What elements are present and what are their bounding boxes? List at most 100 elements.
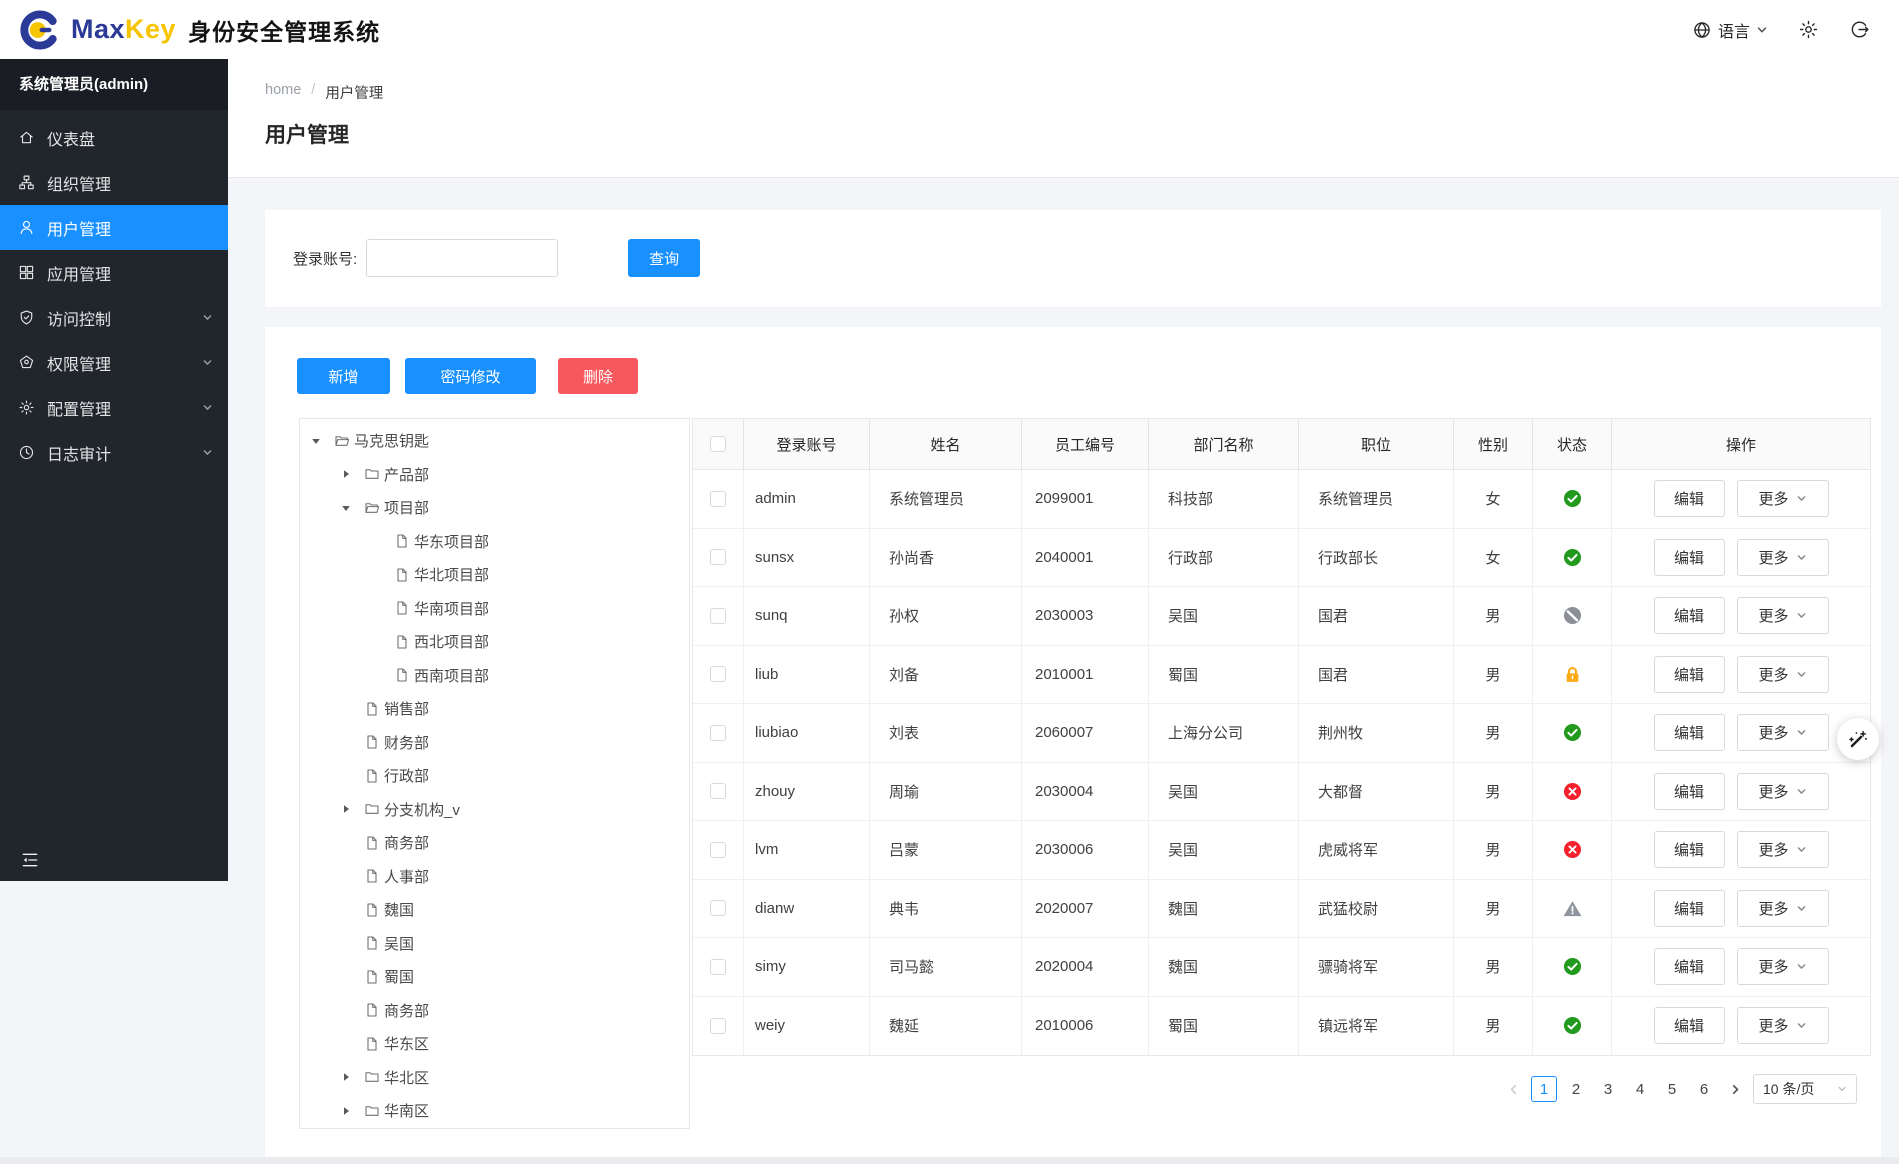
cell-department: 吴国	[1149, 821, 1299, 879]
next-page-button[interactable]	[1726, 1076, 1744, 1102]
page-5-button[interactable]: 5	[1659, 1076, 1685, 1102]
edit-button[interactable]: 编辑	[1653, 1007, 1725, 1045]
sidebar-item-access[interactable]: 访问控制	[0, 295, 228, 340]
page-title: 用户管理	[265, 124, 349, 147]
caret-right-icon[interactable]	[338, 804, 364, 814]
tree-node[interactable]: 华北区	[300, 1061, 689, 1095]
edit-button[interactable]: 编辑	[1653, 538, 1725, 576]
caret-right-icon[interactable]	[338, 1072, 364, 1082]
sidebar-item-app[interactable]: 应用管理	[0, 250, 228, 295]
page-3-button[interactable]: 3	[1595, 1076, 1621, 1102]
table-row: sunsx 孙尚香 2040001 行政部 行政部长女 编辑 更多	[693, 528, 1870, 587]
row-checkbox[interactable]	[710, 549, 726, 566]
tree-node[interactable]: 蜀国	[300, 960, 689, 994]
more-button[interactable]: 更多	[1736, 655, 1829, 693]
edit-button[interactable]: 编辑	[1653, 889, 1725, 927]
more-button[interactable]: 更多	[1736, 772, 1829, 810]
edit-button[interactable]: 编辑	[1653, 655, 1725, 693]
row-checkbox[interactable]	[710, 958, 726, 975]
tree-node[interactable]: 财务部	[300, 726, 689, 760]
row-checkbox[interactable]	[710, 490, 726, 507]
add-button[interactable]: 新增	[297, 358, 390, 394]
sidebar-item-dashboard[interactable]: 仪表盘	[0, 115, 228, 160]
magic-wand-icon	[1847, 728, 1870, 751]
settings-button[interactable]	[1798, 19, 1819, 40]
row-checkbox[interactable]	[710, 900, 726, 917]
delete-button[interactable]: 删除	[558, 358, 638, 394]
breadcrumb-home[interactable]: home	[265, 82, 301, 103]
page-size-select[interactable]: 10 条/页	[1753, 1074, 1857, 1104]
edit-button[interactable]: 编辑	[1653, 948, 1725, 986]
more-button[interactable]: 更多	[1736, 948, 1829, 986]
tree-node[interactable]: 行政部	[300, 759, 689, 793]
row-checkbox-cell	[693, 762, 744, 820]
more-button[interactable]: 更多	[1736, 480, 1829, 518]
more-button[interactable]: 更多	[1736, 538, 1829, 576]
page-1-button[interactable]: 1	[1531, 1076, 1557, 1102]
tree-node[interactable]: 西南项目部	[300, 659, 689, 693]
edit-button[interactable]: 编辑	[1653, 597, 1725, 635]
more-button[interactable]: 更多	[1736, 889, 1829, 927]
tree-node[interactable]: 魏国	[300, 893, 689, 927]
tree-node[interactable]: 华东区	[300, 1027, 689, 1061]
caret-right-icon[interactable]	[338, 1106, 364, 1116]
caret-down-icon[interactable]	[338, 503, 364, 513]
tree-node[interactable]: 吴国	[300, 927, 689, 961]
tree-node-label: 华东区	[384, 1036, 430, 1054]
file-icon	[394, 634, 414, 650]
tree-node[interactable]: 人事部	[300, 860, 689, 894]
row-checkbox[interactable]	[710, 724, 726, 741]
row-checkbox[interactable]	[710, 783, 726, 800]
tree-node[interactable]: 销售部	[300, 692, 689, 726]
more-button[interactable]: 更多	[1736, 1007, 1829, 1045]
cell-status	[1533, 762, 1612, 820]
page-6-button[interactable]: 6	[1691, 1076, 1717, 1102]
sidebar-item-config[interactable]: 配置管理	[0, 385, 228, 430]
edit-button[interactable]: 编辑	[1653, 714, 1725, 752]
edit-button[interactable]: 编辑	[1653, 480, 1725, 518]
tree-node[interactable]: 马克思钥匙	[300, 424, 689, 458]
logout-button[interactable]	[1849, 19, 1870, 40]
magic-wand-button[interactable]	[1837, 718, 1879, 760]
row-checkbox[interactable]	[710, 841, 726, 858]
more-button[interactable]: 更多	[1736, 597, 1829, 635]
language-selector[interactable]: 语言	[1692, 18, 1768, 42]
sidebar-item-user[interactable]: 用户管理	[0, 205, 228, 250]
cell-department: 蜀国	[1149, 645, 1299, 703]
account-input[interactable]	[366, 239, 559, 277]
menu-fold-icon[interactable]	[20, 850, 40, 870]
tree-node[interactable]: 华北项目部	[300, 558, 689, 592]
page-4-button[interactable]: 4	[1627, 1076, 1653, 1102]
cell-actions: 编辑 更多	[1612, 997, 1870, 1056]
tree-node[interactable]: 产品部	[300, 458, 689, 492]
tree-node[interactable]: 华南项目部	[300, 592, 689, 626]
row-checkbox[interactable]	[710, 1017, 726, 1034]
tree-node[interactable]: 分支机构_v	[300, 793, 689, 827]
file-icon	[364, 902, 384, 918]
tree-node[interactable]: 商务部	[300, 994, 689, 1028]
edit-button[interactable]: 编辑	[1653, 772, 1725, 810]
more-button[interactable]: 更多	[1736, 714, 1829, 752]
caret-down-icon[interactable]	[308, 436, 334, 446]
screen: MaxKey 身份安全管理系统 语言 系统管理员(admin) 仪表盘 组织管理用…	[0, 0, 1899, 1164]
page-2-button[interactable]: 2	[1563, 1076, 1589, 1102]
more-button[interactable]: 更多	[1736, 831, 1829, 869]
row-checkbox[interactable]	[710, 607, 726, 624]
tree-node[interactable]: 西北项目部	[300, 625, 689, 659]
prev-page-button[interactable]	[1504, 1076, 1522, 1102]
select-all-checkbox[interactable]	[710, 436, 726, 452]
caret-right-icon[interactable]	[338, 469, 364, 479]
edit-button[interactable]: 编辑	[1653, 831, 1725, 869]
sidebar-item-audit[interactable]: 日志审计	[0, 430, 228, 475]
query-button[interactable]: 查询	[628, 239, 701, 277]
file-icon	[364, 734, 384, 750]
tree-node[interactable]: 华东项目部	[300, 525, 689, 559]
tree-node[interactable]: 商务部	[300, 826, 689, 860]
tree-node[interactable]: 华南区	[300, 1094, 689, 1128]
sidebar-item-org[interactable]: 组织管理	[0, 160, 228, 205]
sidebar-item-permission[interactable]: 权限管理	[0, 340, 228, 385]
bottom-scrollbar[interactable]	[0, 1157, 1899, 1164]
row-checkbox[interactable]	[710, 666, 726, 683]
change-password-button[interactable]: 密码修改	[405, 358, 536, 394]
tree-node[interactable]: 项目部	[300, 491, 689, 525]
